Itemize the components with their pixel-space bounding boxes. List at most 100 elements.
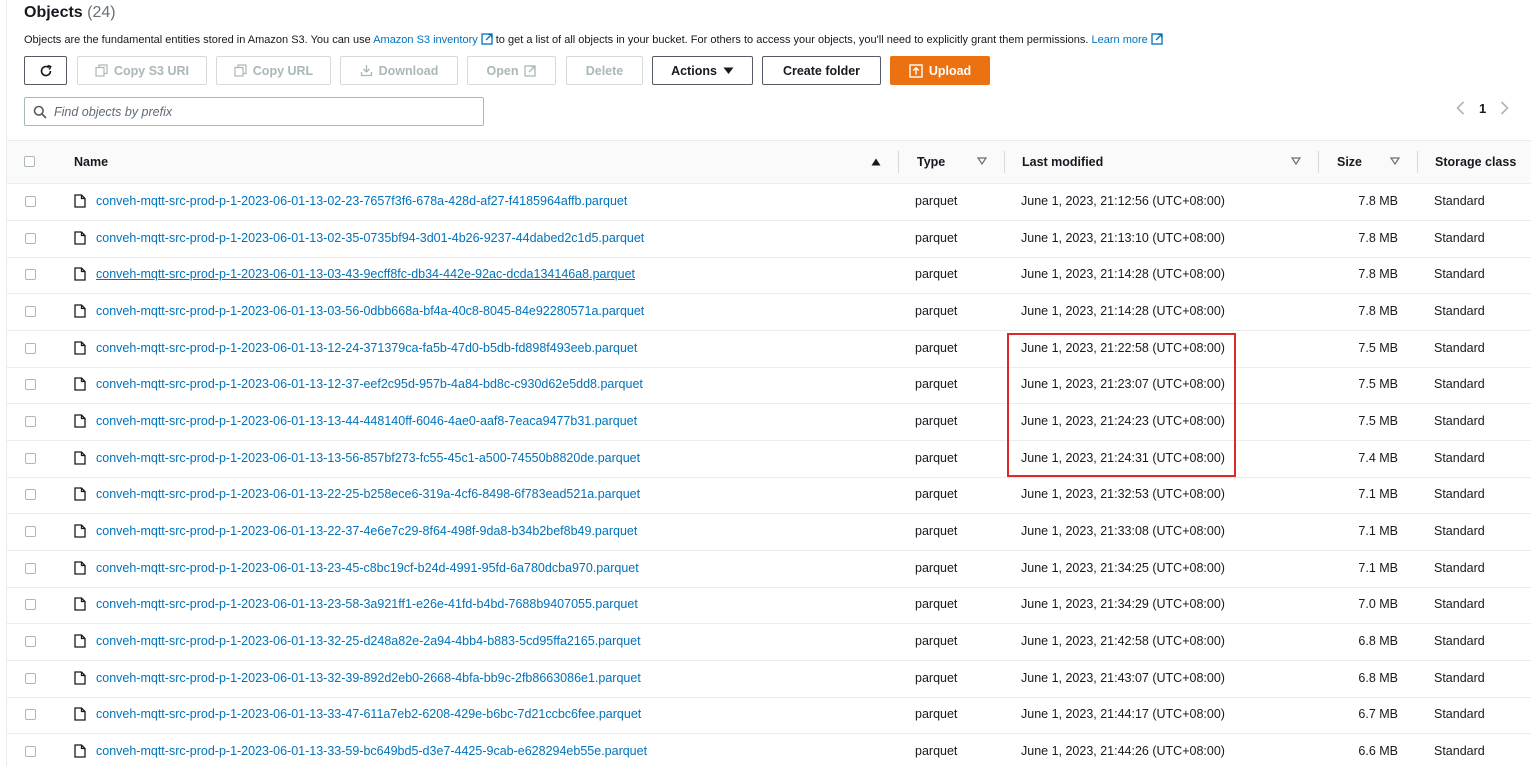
table-row: conveh-mqtt-src-prod-p-1-2023-06-01-13-1…	[7, 404, 1531, 441]
object-storage-class: Standard	[1434, 524, 1485, 538]
search-input[interactable]	[54, 104, 454, 119]
object-name-link[interactable]: conveh-mqtt-src-prod-p-1-2023-06-01-13-2…	[96, 597, 638, 611]
sort-ascending-icon[interactable]	[871, 158, 881, 166]
row-checkbox[interactable]	[25, 636, 36, 647]
row-checkbox[interactable]	[25, 599, 36, 610]
object-last-modified: June 1, 2023, 21:23:07 (UTC+08:00)	[1021, 377, 1225, 391]
object-size: 7.8 MB	[1358, 267, 1398, 281]
column-header-type[interactable]: Type	[917, 155, 945, 169]
file-icon	[74, 304, 86, 318]
object-size: 7.4 MB	[1358, 451, 1398, 465]
object-name-link[interactable]: conveh-mqtt-src-prod-p-1-2023-06-01-13-1…	[96, 414, 637, 428]
object-type: parquet	[915, 561, 958, 575]
object-type: parquet	[915, 671, 958, 685]
upload-label: Upload	[928, 63, 972, 78]
sort-caret-down-icon[interactable]	[977, 157, 987, 165]
object-type: parquet	[915, 341, 958, 355]
row-checkbox[interactable]	[25, 379, 36, 390]
table-row: conveh-mqtt-src-prod-p-1-2023-06-01-13-0…	[7, 294, 1531, 331]
table-row: conveh-mqtt-src-prod-p-1-2023-06-01-13-2…	[7, 514, 1531, 551]
row-checkbox[interactable]	[25, 563, 36, 574]
row-checkbox[interactable]	[25, 233, 36, 244]
object-storage-class: Standard	[1434, 231, 1485, 245]
current-page[interactable]: 1	[1479, 101, 1486, 116]
sort-caret-down-icon[interactable]	[1291, 157, 1301, 165]
table-row: conveh-mqtt-src-prod-p-1-2023-06-01-13-0…	[7, 221, 1531, 258]
object-size: 7.0 MB	[1358, 597, 1398, 611]
table-row: conveh-mqtt-src-prod-p-1-2023-06-01-13-2…	[7, 551, 1531, 588]
search-box	[24, 97, 484, 126]
column-header-storage-class[interactable]: Storage class	[1435, 155, 1516, 169]
file-icon	[74, 487, 86, 501]
select-all-checkbox[interactable]	[24, 156, 35, 167]
object-name-link[interactable]: conveh-mqtt-src-prod-p-1-2023-06-01-13-1…	[96, 341, 637, 355]
object-size: 6.6 MB	[1358, 744, 1398, 758]
sort-caret-down-icon[interactable]	[1390, 157, 1400, 165]
row-checkbox[interactable]	[25, 343, 36, 354]
row-checkbox[interactable]	[25, 269, 36, 280]
row-checkbox[interactable]	[25, 526, 36, 537]
learn-more-link[interactable]: Learn more	[1092, 34, 1148, 46]
object-name-link[interactable]: conveh-mqtt-src-prod-p-1-2023-06-01-13-3…	[96, 707, 641, 721]
object-storage-class: Standard	[1434, 744, 1485, 758]
column-header-last-modified[interactable]: Last modified	[1022, 155, 1103, 169]
create-folder-button[interactable]: Create folder	[762, 56, 881, 85]
external-link-icon[interactable]	[1151, 33, 1163, 45]
open-button[interactable]: Open	[467, 56, 556, 85]
download-button[interactable]: Download	[340, 56, 458, 85]
object-name-link[interactable]: conveh-mqtt-src-prod-p-1-2023-06-01-13-1…	[96, 377, 643, 391]
column-header-name[interactable]: Name	[74, 155, 108, 169]
row-checkbox[interactable]	[25, 489, 36, 500]
object-name-link[interactable]: conveh-mqtt-src-prod-p-1-2023-06-01-13-1…	[96, 451, 640, 465]
description-text-2: to get a list of all objects in your buc…	[495, 34, 1089, 46]
column-header-size[interactable]: Size	[1337, 155, 1362, 169]
caret-down-icon	[723, 67, 734, 74]
chevron-right-icon[interactable]	[1500, 101, 1509, 115]
file-icon	[74, 194, 86, 208]
objects-description: Objects are the fundamental entities sto…	[24, 33, 1166, 46]
table-row: conveh-mqtt-src-prod-p-1-2023-06-01-13-0…	[7, 257, 1531, 294]
column-divider	[1004, 151, 1005, 173]
object-name-link[interactable]: conveh-mqtt-src-prod-p-1-2023-06-01-13-3…	[96, 744, 647, 758]
object-name-link[interactable]: conveh-mqtt-src-prod-p-1-2023-06-01-13-0…	[96, 194, 627, 208]
object-storage-class: Standard	[1434, 634, 1485, 648]
external-link-icon[interactable]	[481, 33, 493, 45]
upload-button[interactable]: Upload	[890, 56, 990, 85]
actions-dropdown[interactable]: Actions	[652, 56, 753, 85]
copy-s3-uri-button[interactable]: Copy S3 URI	[77, 56, 207, 85]
row-checkbox[interactable]	[25, 196, 36, 207]
upload-icon	[909, 63, 923, 78]
table-row: conveh-mqtt-src-prod-p-1-2023-06-01-13-3…	[7, 734, 1531, 766]
object-type: parquet	[915, 597, 958, 611]
row-checkbox[interactable]	[25, 746, 36, 757]
object-name-link[interactable]: conveh-mqtt-src-prod-p-1-2023-06-01-13-3…	[96, 634, 641, 648]
object-name-link[interactable]: conveh-mqtt-src-prod-p-1-2023-06-01-13-0…	[96, 267, 635, 281]
delete-button[interactable]: Delete	[566, 56, 643, 85]
refresh-button[interactable]	[24, 56, 67, 85]
object-name-link[interactable]: conveh-mqtt-src-prod-p-1-2023-06-01-13-2…	[96, 524, 637, 538]
row-checkbox[interactable]	[25, 709, 36, 720]
object-name-link[interactable]: conveh-mqtt-src-prod-p-1-2023-06-01-13-0…	[96, 304, 644, 318]
table-row: conveh-mqtt-src-prod-p-1-2023-06-01-13-2…	[7, 587, 1531, 624]
object-last-modified: June 1, 2023, 21:42:58 (UTC+08:00)	[1021, 634, 1225, 648]
copy-url-button[interactable]: Copy URL	[216, 56, 331, 85]
chevron-left-icon[interactable]	[1456, 101, 1465, 115]
object-last-modified: June 1, 2023, 21:32:53 (UTC+08:00)	[1021, 487, 1225, 501]
object-name-link[interactable]: conveh-mqtt-src-prod-p-1-2023-06-01-13-3…	[96, 671, 641, 685]
object-last-modified: June 1, 2023, 21:13:10 (UTC+08:00)	[1021, 231, 1225, 245]
object-name-link[interactable]: conveh-mqtt-src-prod-p-1-2023-06-01-13-2…	[96, 487, 640, 501]
inventory-link[interactable]: Amazon S3 inventory	[373, 34, 478, 46]
object-type: parquet	[915, 267, 958, 281]
object-name-link[interactable]: conveh-mqtt-src-prod-p-1-2023-06-01-13-0…	[96, 231, 644, 245]
row-checkbox[interactable]	[25, 416, 36, 427]
download-icon	[360, 65, 372, 77]
file-icon	[74, 377, 86, 391]
object-storage-class: Standard	[1434, 377, 1485, 391]
row-checkbox[interactable]	[25, 453, 36, 464]
copy-url-label: Copy URL	[252, 63, 314, 78]
object-last-modified: June 1, 2023, 21:34:29 (UTC+08:00)	[1021, 597, 1225, 611]
object-name-link[interactable]: conveh-mqtt-src-prod-p-1-2023-06-01-13-2…	[96, 561, 639, 575]
row-checkbox[interactable]	[25, 306, 36, 317]
object-count: (24)	[87, 4, 116, 21]
row-checkbox[interactable]	[25, 673, 36, 684]
